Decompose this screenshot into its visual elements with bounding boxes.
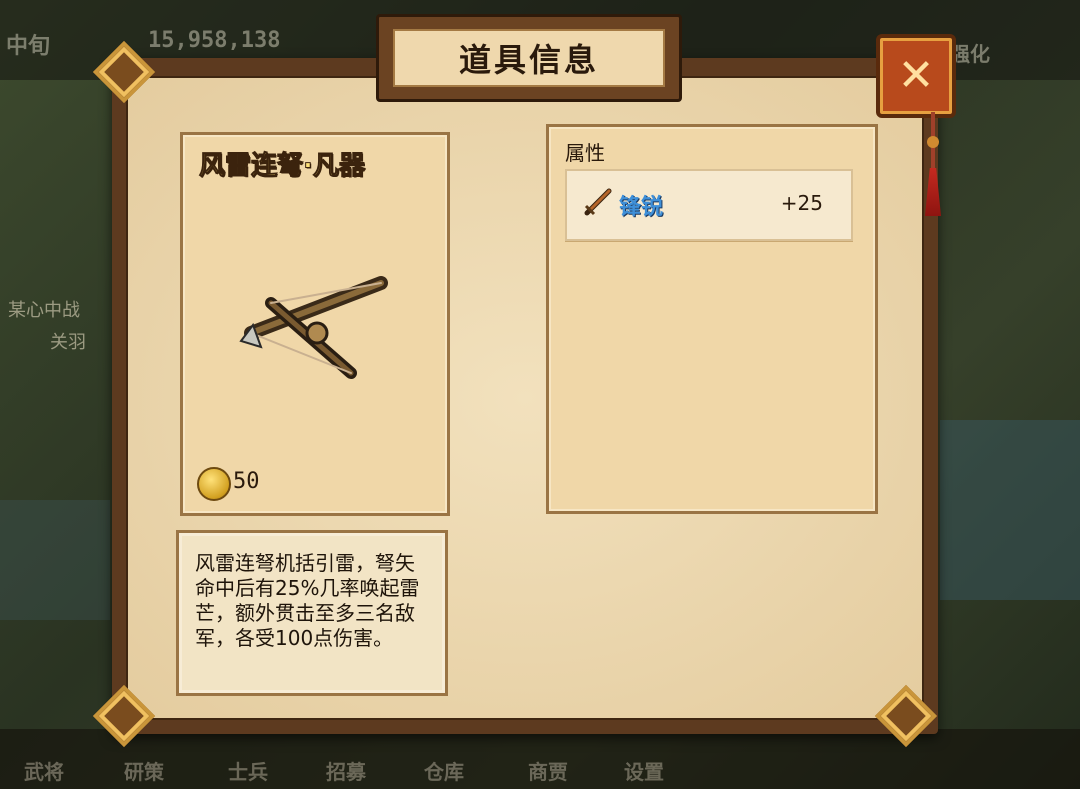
nav-generals[interactable]: 武将 xyxy=(24,756,64,785)
item-price: 50 xyxy=(233,469,260,494)
dialog-title: 道具信息 xyxy=(458,41,599,79)
side-label-hero: 关羽 xyxy=(50,332,86,353)
item-description-box: 风雷连弩机括引雷，弩矢命中后有25%几率唤起雷芒，额外贯击至多三名敌军，各受10… xyxy=(176,530,448,696)
attribute-name: 锋锐 xyxy=(619,195,664,220)
enhance-label: 强化 xyxy=(950,42,990,66)
crossbow-icon xyxy=(239,276,388,379)
coin-icon xyxy=(197,467,231,501)
attribute-row: 锋锐 +25 xyxy=(565,169,853,241)
nav-recruit[interactable]: 招募 xyxy=(326,756,366,785)
nav-settings[interactable]: 设置 xyxy=(624,756,664,785)
close-button[interactable]: ✕ xyxy=(876,34,956,118)
corner-ornament-bottom-right xyxy=(874,684,938,748)
background-river xyxy=(940,420,1080,600)
background-river-left xyxy=(0,500,110,620)
currency-amount: 15,958,138 xyxy=(148,28,281,53)
close-icon: ✕ xyxy=(897,50,935,101)
tassel-decoration xyxy=(925,112,941,216)
title-plaque: 道具信息 xyxy=(376,14,682,102)
item-description: 风雷连弩机括引雷，弩矢命中后有25%几率唤起雷芒，额外贯击至多三名敌军，各受10… xyxy=(195,551,420,650)
corner-ornament-bottom-left xyxy=(92,684,156,748)
corner-ornament-top-left xyxy=(92,40,156,104)
attribute-panel: 属性 锋锐 +25 xyxy=(546,124,878,514)
item-card: 风雷连弩·凡器 50 xyxy=(180,132,450,516)
nav-warehouse[interactable]: 仓库 xyxy=(424,756,464,785)
attribute-value: +25 xyxy=(780,191,823,215)
nav-soldiers[interactable]: 士兵 xyxy=(228,756,268,785)
attribute-header: 属性 xyxy=(565,141,605,165)
season-label: 中旬 xyxy=(6,34,51,59)
nav-strategy[interactable]: 研策 xyxy=(124,756,164,785)
item-name: 风雷连弩·凡器 xyxy=(199,151,366,182)
sword-icon xyxy=(584,188,612,216)
side-label-event: 某心中战 xyxy=(8,300,80,321)
nav-merchant[interactable]: 商贾 xyxy=(528,756,568,785)
